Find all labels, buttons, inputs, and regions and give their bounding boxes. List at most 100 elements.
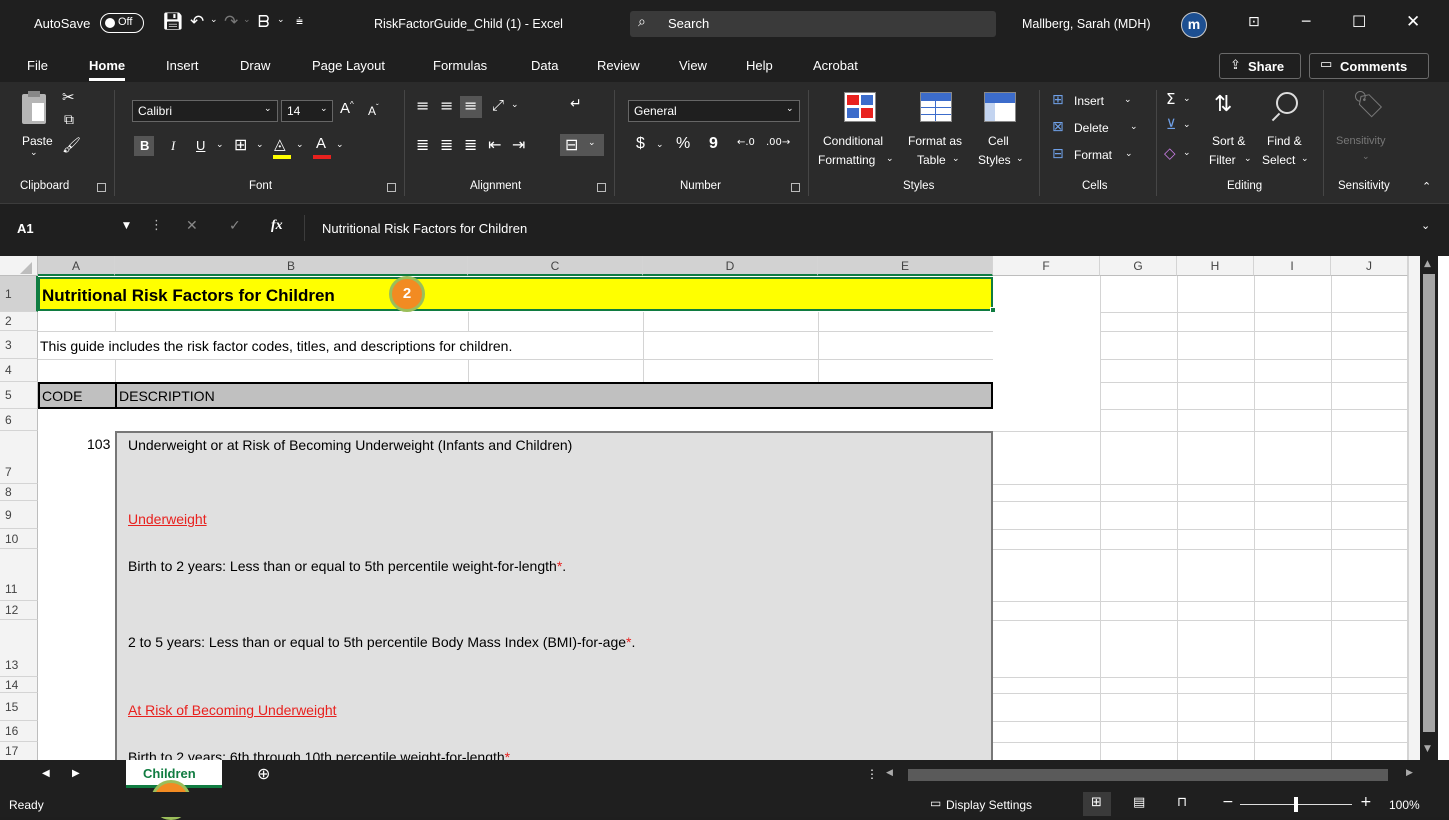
wrap-text-icon[interactable]: ↵	[570, 96, 582, 112]
row-header-7[interactable]: 7	[0, 431, 38, 484]
column-header-j[interactable]: J	[1331, 256, 1408, 276]
find-select-label-1[interactable]: Find &	[1267, 134, 1302, 148]
search-box[interactable]: ⌕ Search	[630, 11, 996, 37]
increase-indent-icon[interactable]: ⇥	[512, 135, 525, 154]
borders-icon[interactable]: ⊞	[234, 135, 247, 154]
zoom-slider-thumb[interactable]	[1294, 797, 1298, 812]
percent-button[interactable]: %	[676, 135, 690, 153]
undo-icon[interactable]: ↶	[190, 12, 204, 32]
orientation-icon[interactable]: ⤢	[492, 96, 504, 114]
insert-cells-button[interactable]: ⊞ Insert ⌄	[1052, 92, 1152, 112]
increase-font-icon[interactable]: A^	[340, 100, 354, 117]
paste-label[interactable]: Paste	[22, 134, 53, 148]
align-bottom-button[interactable]: ≡	[460, 96, 482, 118]
column-header-b[interactable]: B	[115, 256, 468, 276]
italic-button[interactable]: I	[171, 138, 175, 154]
format-as-table-label-2[interactable]: Table	[917, 153, 946, 167]
zoom-out-icon[interactable]: −	[1222, 794, 1234, 810]
touch-dropdown-icon[interactable]: ⌄	[277, 15, 285, 25]
currency-button[interactable]: $	[636, 135, 645, 153]
customize-qat-icon[interactable]: ⩧	[296, 14, 303, 29]
font-color-icon[interactable]: A	[316, 135, 326, 152]
scroll-left-icon[interactable]: ◀	[886, 768, 893, 778]
display-settings-label[interactable]: Display Settings	[946, 798, 1032, 812]
row-header-5[interactable]: 5	[0, 382, 38, 409]
save-icon[interactable]: 💾︎	[162, 12, 184, 32]
menu-acrobat[interactable]: Acrobat	[813, 58, 858, 73]
borders-dropdown-icon[interactable]: ⌄	[256, 140, 264, 150]
title-cell-a1[interactable]: Nutritional Risk Factors for Children	[38, 277, 996, 313]
scroll-up-icon[interactable]: ▲	[1424, 259, 1431, 269]
worksheet-grid[interactable]: A B C D E F G H I J 1 2 3 4 5 6 7 8 9 10…	[0, 256, 1449, 760]
fill-dropdown-icon[interactable]: ⌄	[1183, 120, 1191, 130]
align-middle-icon[interactable]: ≡	[440, 96, 453, 115]
code-103[interactable]: 103	[87, 436, 110, 452]
ribbon-display-icon[interactable]: ⊡	[1248, 14, 1260, 30]
chevron-down-icon[interactable]: ⌄	[886, 154, 894, 164]
chevron-down-icon[interactable]: ⌄	[952, 154, 960, 164]
column-header-c[interactable]: C	[468, 256, 643, 276]
fill-dropdown-icon[interactable]: ⌄	[296, 140, 304, 150]
alignment-launcher-icon[interactable]	[597, 183, 606, 192]
next-sheet-icon[interactable]: ▶	[72, 768, 80, 779]
column-header-g[interactable]: G	[1100, 256, 1177, 276]
row-header-6[interactable]: 6	[0, 409, 38, 431]
maximize-icon[interactable]: ☐	[1352, 12, 1366, 31]
menu-help[interactable]: Help	[746, 58, 773, 73]
share-button[interactable]: ⇪ Share	[1219, 53, 1301, 79]
horizontal-scrollbar[interactable]: ◀ ▶	[880, 766, 1420, 784]
row-header-3[interactable]: 3	[0, 331, 38, 359]
align-right-icon[interactable]: ≣	[464, 135, 477, 154]
select-all-corner[interactable]	[0, 256, 38, 276]
paste-icon[interactable]	[22, 91, 46, 124]
scroll-thumb[interactable]	[1423, 274, 1435, 732]
scroll-down-icon[interactable]: ▼	[1424, 744, 1431, 754]
h-scroll-thumb[interactable]	[908, 769, 1388, 781]
cell-styles-icon[interactable]	[984, 92, 1016, 122]
row-header-16[interactable]: 16	[0, 721, 38, 742]
number-format-select[interactable]: General ⌄	[628, 100, 800, 122]
user-name[interactable]: Mallberg, Sarah (MDH)	[1022, 17, 1151, 31]
clear-dropdown-icon[interactable]: ⌄	[1183, 148, 1191, 158]
column-header-a[interactable]: A	[38, 256, 115, 276]
cell-styles-label-1[interactable]: Cell	[988, 134, 1009, 148]
menu-page-layout[interactable]: Page Layout	[312, 58, 385, 73]
font-name-select[interactable]: Calibri ⌄	[132, 100, 278, 122]
conditional-formatting-label-2[interactable]: Formatting	[818, 153, 875, 167]
row-header-8[interactable]: 8	[0, 484, 38, 501]
description-cell[interactable]: Underweight or at Risk of Becoming Under…	[115, 431, 993, 760]
menu-file[interactable]: File	[27, 58, 48, 73]
cut-icon[interactable]: ✂	[62, 88, 75, 106]
chevron-down-icon[interactable]: ⌄	[1301, 154, 1309, 164]
format-painter-icon[interactable]: 🖌︎	[62, 136, 81, 154]
zoom-level[interactable]: 100%	[1389, 798, 1420, 812]
format-as-table-icon[interactable]	[920, 92, 952, 122]
formula-input[interactable]: Nutritional Risk Factors for Children ⌄	[304, 215, 1440, 241]
comma-button[interactable]: 9	[709, 135, 718, 153]
align-left-icon[interactable]: ≣	[416, 135, 429, 154]
chevron-down-icon[interactable]: ⌄	[1244, 154, 1252, 164]
autosum-dropdown-icon[interactable]: ⌄	[1183, 94, 1191, 104]
underline-dropdown-icon[interactable]: ⌄	[216, 140, 224, 150]
menu-data[interactable]: Data	[531, 58, 558, 73]
find-select-label-2[interactable]: Select	[1262, 153, 1295, 167]
font-size-select[interactable]: 14 ⌄	[281, 100, 333, 122]
align-top-icon[interactable]: ≡	[416, 96, 429, 115]
prev-sheet-icon[interactable]: ◀	[42, 768, 50, 779]
number-launcher-icon[interactable]	[791, 183, 800, 192]
zoom-in-icon[interactable]: +	[1360, 794, 1372, 810]
close-icon[interactable]: ✕	[1406, 12, 1420, 32]
chevron-down-icon[interactable]: ⌄	[1016, 154, 1024, 164]
row-header-10[interactable]: 10	[0, 529, 38, 549]
menu-home[interactable]: Home	[89, 58, 125, 73]
insert-function-icon[interactable]: fx	[271, 218, 283, 234]
merge-center-button[interactable]: ⊟ ⌄	[560, 134, 604, 156]
sort-filter-label-2[interactable]: Filter	[1209, 153, 1236, 167]
add-sheet-icon[interactable]: ⊕	[257, 764, 270, 783]
more-icon[interactable]: ⋮	[866, 767, 878, 781]
conditional-formatting-icon[interactable]	[844, 92, 876, 122]
fill-icon[interactable]: ⊻	[1166, 117, 1176, 133]
orientation-dropdown-icon[interactable]: ⌄	[511, 100, 519, 110]
bold-button[interactable]: B	[134, 136, 154, 156]
menu-formulas[interactable]: Formulas	[433, 58, 487, 73]
